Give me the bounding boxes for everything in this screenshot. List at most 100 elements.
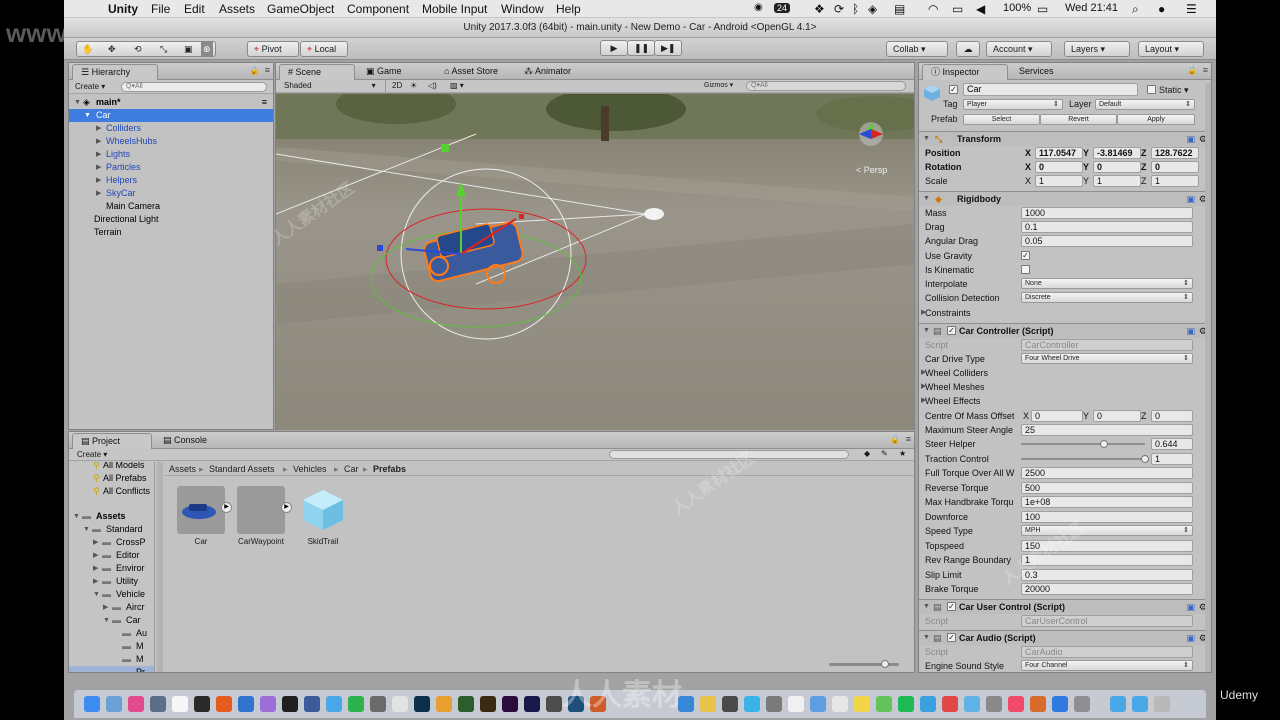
dock-itunes-icon[interactable]	[1008, 696, 1024, 712]
hierarchy-search-input[interactable]: Q▾All	[121, 82, 267, 92]
dock-photoshop-icon[interactable]	[414, 696, 430, 712]
menu-assets[interactable]: Assets	[219, 2, 255, 16]
rotation-x-field[interactable]: 0	[1035, 161, 1083, 173]
max-steer-angle-field[interactable]: 25	[1021, 424, 1193, 436]
active-checkbox[interactable]: ✓	[949, 85, 958, 94]
notification-center-icon[interactable]: ☰	[1186, 2, 1197, 16]
hierarchy-item-main-camera[interactable]: Main Camera	[69, 200, 273, 213]
breadcrumb-assets[interactable]: Assets	[169, 462, 196, 476]
scene-search-input[interactable]: Q▾All	[746, 81, 906, 91]
folder-assets[interactable]: ▼ ▬ Assets	[69, 510, 154, 523]
tab-hierarchy[interactable]: ☰ Hierarchy	[72, 64, 158, 80]
pivot-button[interactable]: ⌖ Pivot	[247, 41, 299, 57]
folder-environment[interactable]: ▶ ▬ Enviror	[69, 562, 154, 575]
com-z-field[interactable]: 0	[1151, 410, 1193, 422]
project-create-button[interactable]: Create ▾	[77, 449, 107, 461]
sync-icon[interactable]: ⟳	[834, 2, 844, 16]
inspector-scrollbar[interactable]	[1205, 83, 1211, 672]
hierarchy-item-skycar[interactable]: ▶ SkyCar	[69, 187, 273, 200]
scale-z-field[interactable]: 1	[1151, 175, 1199, 187]
engine-sound-style-dropdown[interactable]: Four Channel ⇕	[1021, 660, 1193, 671]
dock-app-icon[interactable]	[942, 696, 958, 712]
traction-control-slider-thumb[interactable]	[1141, 455, 1149, 463]
dock-unity-icon[interactable]	[282, 696, 298, 712]
tab-scene[interactable]: # Scene	[279, 64, 355, 80]
filter-type-icon[interactable]: ◆	[864, 448, 870, 460]
angular-drag-field[interactable]: 0.05	[1021, 235, 1193, 247]
dock-premiere-icon[interactable]	[502, 696, 518, 712]
shield-icon[interactable]: ◈	[868, 2, 877, 16]
drag-field[interactable]: 0.1	[1021, 221, 1193, 233]
dock-app-icon[interactable]	[920, 696, 936, 712]
dock-appstore-icon[interactable]	[1052, 696, 1068, 712]
hierarchy-item-particles[interactable]: ▶ Particles	[69, 161, 273, 174]
dock-app-icon[interactable]	[546, 696, 562, 712]
menu-window[interactable]: Window	[501, 2, 544, 16]
folder-vehicles[interactable]: ▼ ▬ Vehicle	[69, 588, 154, 601]
tab-game[interactable]: ▣ Game	[358, 64, 410, 80]
prefab-apply-button[interactable]: Apply	[1117, 114, 1195, 125]
dock-safari-icon[interactable]	[238, 696, 254, 712]
dock-aftereffects-icon[interactable]	[524, 696, 540, 712]
expand-prefab-icon[interactable]: ▶	[281, 502, 292, 513]
dock-app-icon[interactable]	[436, 696, 452, 712]
dock-app-icon[interactable]	[348, 696, 364, 712]
breadcrumb-car[interactable]: Car	[344, 462, 359, 476]
wifi-icon[interactable]: ◠	[928, 2, 938, 16]
dock-app-icon[interactable]	[722, 696, 738, 712]
full-torque-field[interactable]: 2500	[1021, 467, 1193, 479]
transform-tool-icon[interactable]: ⊕	[201, 42, 213, 56]
prefab-select-button[interactable]: Select	[963, 114, 1040, 125]
com-y-field[interactable]: 0	[1093, 410, 1141, 422]
volume-icon[interactable]: ◀	[976, 2, 985, 16]
folder-standard-assets[interactable]: ▼ ▬ Standard	[69, 523, 154, 536]
car-user-control-enabled-checkbox[interactable]: ✓	[947, 602, 956, 611]
battery-icon[interactable]: ▭	[1037, 2, 1048, 16]
rect-tool-icon[interactable]: ▣	[184, 42, 193, 56]
breadcrumb-prefabs[interactable]: Prefabs	[373, 462, 406, 476]
layout-dropdown[interactable]: Layout ▾	[1138, 41, 1204, 57]
max-handbrake-torque-field[interactable]: 1e+08	[1021, 496, 1193, 508]
project-lock-icon[interactable]: 🔒	[890, 435, 900, 444]
car-user-control-header[interactable]: ▼ ▤ ✓ Car User Control (Script) ▣ ⚙	[919, 599, 1211, 614]
dock-dreamweaver-icon[interactable]	[458, 696, 474, 712]
hierarchy-create-button[interactable]: Create ▾	[75, 81, 105, 93]
dock-finder-icon[interactable]	[84, 696, 100, 712]
car-controller-header[interactable]: ▼ ▤ ✓ Car Controller (Script) ▣ ⚙	[919, 323, 1211, 338]
is-kinematic-checkbox[interactable]	[1021, 265, 1030, 274]
tab-services[interactable]: Services	[1011, 64, 1062, 80]
dock-app-icon[interactable]	[370, 696, 386, 712]
steer-helper-slider-thumb[interactable]	[1100, 440, 1108, 448]
menubar-clock[interactable]: Wed 21:41	[1065, 2, 1118, 14]
dock-launchpad-icon[interactable]	[150, 696, 166, 712]
toggle-2d-button[interactable]: 2D	[385, 80, 402, 92]
downforce-field[interactable]: 100	[1021, 511, 1193, 523]
transform-header[interactable]: ▼ ⤡ Transform ▣ ⚙	[919, 131, 1211, 146]
folder-crossplatform[interactable]: ▶ ▬ CrossP	[69, 536, 154, 549]
use-gravity-checkbox[interactable]: ✓	[1021, 251, 1030, 260]
rigidbody-header[interactable]: ▼ ◆ Rigidbody ▣ ⚙	[919, 191, 1211, 206]
collab-button[interactable]: Collab ▾	[886, 41, 948, 57]
dock-folder-icon[interactable]	[1132, 696, 1148, 712]
dock-folder-icon[interactable]	[1110, 696, 1126, 712]
car-controller-enabled-checkbox[interactable]: ✓	[947, 326, 956, 335]
dock-app-icon[interactable]	[766, 696, 782, 712]
reverse-torque-field[interactable]: 500	[1021, 482, 1193, 494]
move-tool-icon[interactable]: ✥	[108, 42, 116, 56]
hierarchy-item-lights[interactable]: ▶ Lights	[69, 148, 273, 161]
wheel-colliders-foldout[interactable]: ▶ Wheel Colliders	[921, 366, 1207, 380]
menu-help[interactable]: Help	[556, 2, 581, 16]
project-menu-icon[interactable]: ≡	[906, 434, 911, 444]
traction-control-slider[interactable]	[1021, 458, 1145, 460]
dock-illustrator-icon[interactable]	[480, 696, 496, 712]
object-name-input[interactable]: Car	[963, 83, 1138, 96]
scene-viewport[interactable]	[276, 94, 914, 430]
help-icon[interactable]: ▣	[1186, 132, 1195, 146]
constraints-foldout[interactable]: ▶ Constraints	[921, 306, 1207, 320]
menu-edit[interactable]: Edit	[184, 2, 205, 16]
dock-preview-icon[interactable]	[106, 696, 122, 712]
asset-skidtrail-thumbnail[interactable]	[301, 488, 345, 532]
cloud-icon[interactable]: ☁	[956, 41, 980, 57]
folder-audio[interactable]: ▬ Au	[69, 627, 154, 640]
layers-dropdown[interactable]: Layers ▾	[1064, 41, 1130, 57]
